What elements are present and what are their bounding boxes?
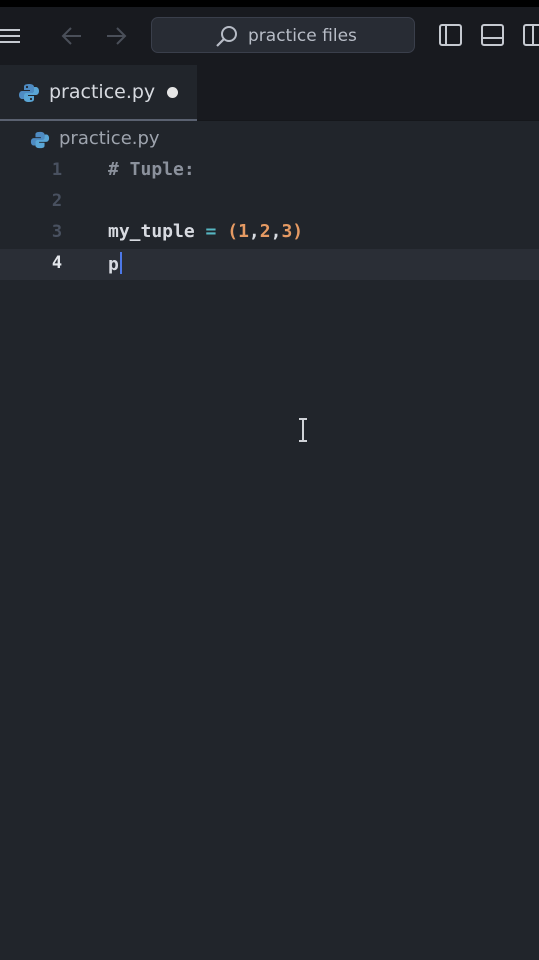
search-text: practice files	[248, 26, 357, 46]
token-number: 1	[238, 221, 249, 242]
token-comma: ,	[248, 221, 260, 242]
token-comma: ,	[270, 221, 282, 242]
token-number: 3	[281, 221, 293, 242]
ibeam-cursor-icon	[299, 418, 307, 442]
code-line: 3 my_tuple = (1,2,3)	[0, 218, 539, 249]
menu-icon[interactable]	[0, 25, 22, 47]
unsaved-dot-icon[interactable]	[167, 87, 178, 98]
token-paren: (	[227, 221, 239, 242]
command-center-search[interactable]: practice files	[151, 17, 415, 53]
toggle-sidebar-icon[interactable]	[438, 22, 464, 48]
line-number: 2	[51, 191, 63, 211]
vscode-window: practice files practice.py practice.py 1…	[0, 0, 539, 960]
line-text: my_tuple = (1,2,3)	[108, 221, 303, 242]
forward-arrow-icon[interactable]	[104, 25, 128, 47]
text-cursor	[119, 252, 122, 274]
token-operator: =	[205, 221, 217, 242]
code-line: 1 # Tuple:	[0, 156, 539, 187]
line-number: 4	[51, 253, 63, 273]
token-number: 2	[259, 221, 271, 242]
code-line: 2	[0, 187, 539, 218]
token-paren: )	[292, 221, 304, 242]
toggle-secondary-sidebar-icon[interactable]	[522, 22, 539, 48]
line-text: # Tuple:	[108, 159, 195, 180]
title-bar: practice files	[0, 7, 539, 65]
window-frame-top	[0, 0, 539, 7]
typed-text: p	[108, 254, 119, 275]
editor-tab-bar: practice.py	[0, 65, 539, 121]
search-icon	[216, 26, 237, 47]
tab-label: practice.py	[49, 81, 156, 103]
line-text: p	[108, 252, 122, 275]
tab-practice-py[interactable]: practice.py	[0, 65, 197, 121]
breadcrumb-file[interactable]: practice.py	[59, 128, 160, 149]
python-icon	[19, 84, 39, 102]
line-number: 1	[51, 160, 63, 180]
code-editor[interactable]: 1 # Tuple: 2 3 my_tuple = (1,2,3) 4 p	[0, 156, 539, 960]
breadcrumb: practice.py	[0, 124, 539, 156]
line-number: 3	[51, 222, 63, 242]
code-line-current: 4 p	[0, 249, 539, 280]
token-identifier: my_tuple	[108, 221, 195, 242]
python-icon	[30, 131, 50, 149]
toggle-panel-icon[interactable]	[480, 22, 506, 48]
back-arrow-icon[interactable]	[60, 25, 84, 47]
